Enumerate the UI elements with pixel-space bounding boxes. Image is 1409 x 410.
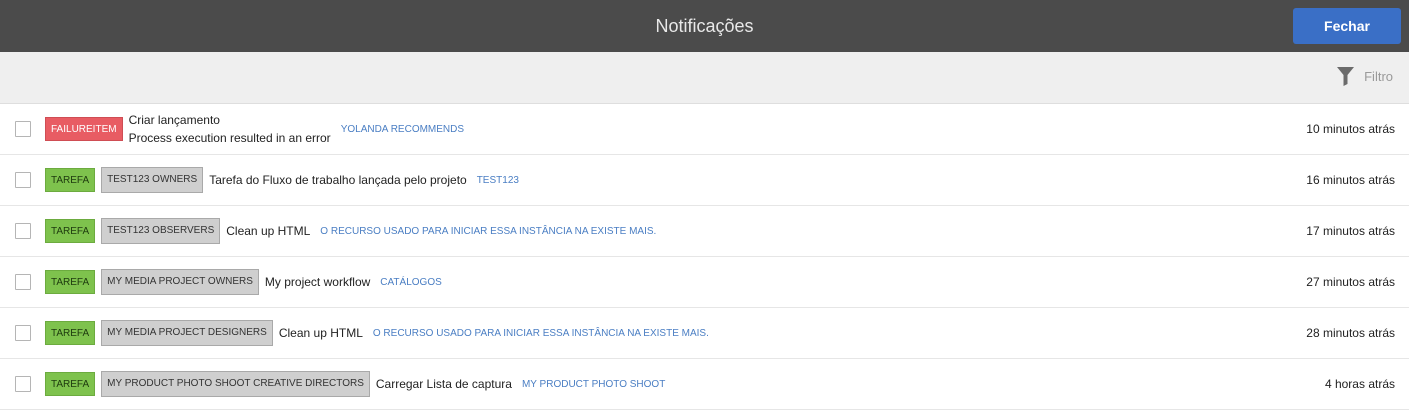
row-checkbox[interactable] (15, 223, 31, 239)
type-badge: FAILUREITEM (45, 117, 123, 141)
project-link[interactable]: O RECURSO USADO PARA INICIAR ESSA INSTÂN… (373, 328, 709, 339)
assignee-badge: TEST123 OWNERS (101, 167, 204, 193)
notification-message: Clean up HTML (278, 326, 363, 340)
assignee-badge: MY MEDIA PROJECT OWNERS (101, 269, 259, 295)
filter-label: Filtro (1364, 69, 1393, 84)
notification-message: Process execution resulted in an error (128, 130, 331, 145)
row-checkbox[interactable] (15, 376, 31, 392)
notification-row[interactable]: TAREFA TEST123 OWNERS Tarefa do Fluxo de… (0, 155, 1409, 206)
assignee-badge: MY MEDIA PROJECT DESIGNERS (101, 320, 273, 346)
notification-message: Carregar Lista de captura (375, 377, 512, 391)
notification-message: Clean up HTML (226, 224, 311, 238)
filter-icon (1337, 67, 1355, 86)
project-link[interactable]: CATÁLOGOS (380, 277, 442, 288)
row-checkbox[interactable] (15, 325, 31, 341)
notification-row[interactable]: TAREFA MY MEDIA PROJECT DESIGNERS Clean … (0, 308, 1409, 359)
notification-row[interactable]: TAREFA MY PRODUCT PHOTO SHOOT CREATIVE D… (0, 359, 1409, 410)
type-badge: TAREFA (45, 372, 96, 396)
row-checkbox[interactable] (15, 172, 31, 188)
row-checkbox[interactable] (15, 274, 31, 290)
project-link[interactable]: O RECURSO USADO PARA INICIAR ESSA INSTÂN… (320, 226, 656, 237)
project-link[interactable]: TEST123 (477, 175, 519, 186)
filter-toolbar: Filtro (0, 52, 1409, 104)
notification-message: My project workflow (264, 275, 371, 289)
timestamp: 16 minutos atrás (1306, 173, 1395, 187)
timestamp: 27 minutos atrás (1306, 275, 1395, 289)
notification-row[interactable]: FAILUREITEM Criar lançamento Process exe… (0, 104, 1409, 155)
notification-row[interactable]: TAREFA MY MEDIA PROJECT OWNERS My projec… (0, 257, 1409, 308)
timestamp: 17 minutos atrás (1306, 224, 1395, 238)
page-title: Notificações (655, 16, 754, 36)
close-button[interactable]: Fechar (1293, 8, 1401, 44)
timestamp: 10 minutos atrás (1306, 122, 1395, 136)
type-badge: TAREFA (45, 270, 96, 294)
timestamp: 4 horas atrás (1324, 377, 1395, 391)
row-checkbox[interactable] (15, 121, 31, 137)
timestamp: 28 minutos atrás (1306, 326, 1395, 340)
notification-row[interactable]: TAREFA TEST123 OBSERVERS Clean up HTML O… (0, 206, 1409, 257)
filter-button[interactable]: Filtro (1337, 67, 1393, 86)
assignee-badge: TEST123 OBSERVERS (101, 218, 221, 244)
notification-message: Tarefa do Fluxo de trabalho lançada pelo… (209, 173, 467, 187)
notifications-header: Notificações Fechar (0, 0, 1409, 52)
assignee-badge: MY PRODUCT PHOTO SHOOT CREATIVE DIRECTOR… (101, 371, 370, 397)
type-badge: TAREFA (45, 321, 96, 345)
type-badge: TAREFA (45, 219, 96, 243)
project-link[interactable]: MY PRODUCT PHOTO SHOOT (522, 379, 665, 390)
type-badge: TAREFA (45, 168, 96, 192)
notification-title: Criar lançamento (128, 112, 220, 127)
project-link[interactable]: YOLANDA RECOMMENDS (341, 124, 464, 135)
